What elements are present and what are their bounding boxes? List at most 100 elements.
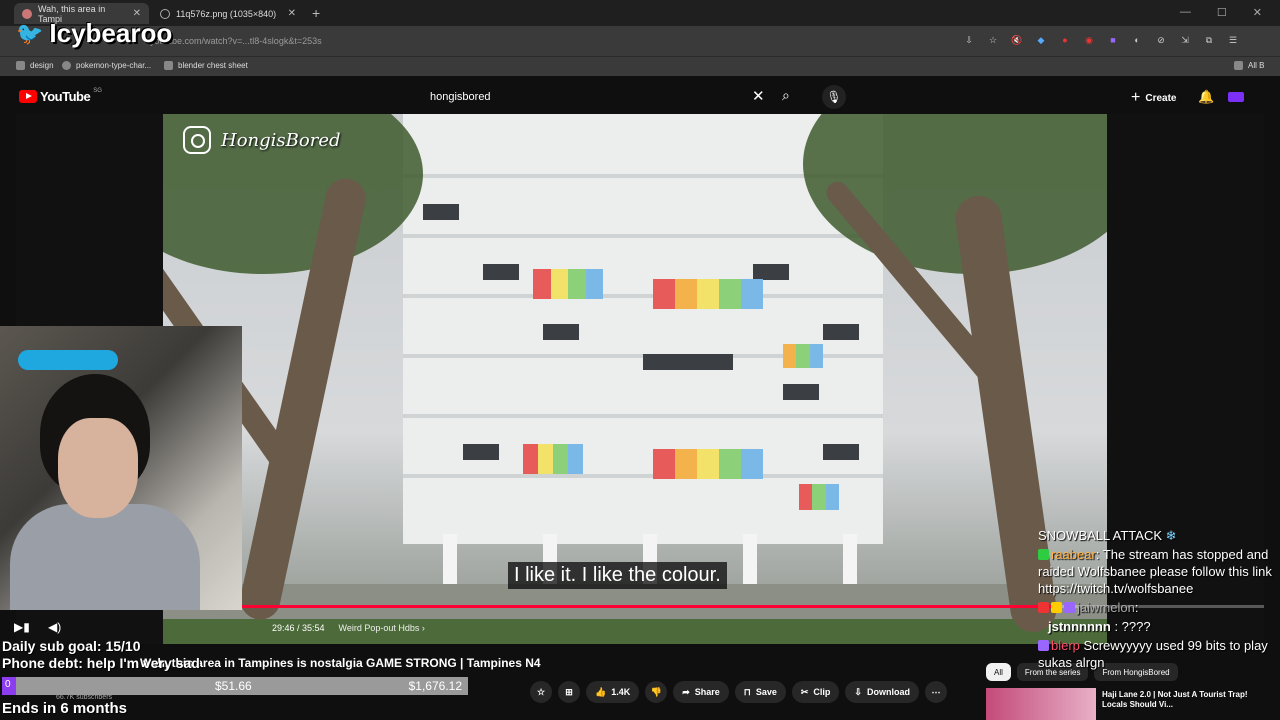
- search-icon[interactable]: ⌕: [782, 87, 790, 104]
- instagram-watermark: HongisBored: [183, 126, 341, 154]
- create-button[interactable]: + Create: [1131, 89, 1176, 107]
- tab-title: 11q576z.png (1035×840): [176, 8, 277, 19]
- grid-icon: ⊞: [565, 686, 573, 697]
- phone-debt-goal: Phone debt: help I'm very sad: [2, 655, 200, 671]
- search-input[interactable]: hongisbored: [426, 84, 786, 110]
- donation-goal-bar: 0 $51.66 $1,676.12: [2, 677, 468, 695]
- minimize-icon[interactable]: —: [1180, 6, 1191, 19]
- badge-icon: [1051, 602, 1062, 613]
- chat-event: SNOWBALL ATTACK ❄: [1038, 528, 1177, 543]
- folder-icon: [16, 61, 25, 70]
- video-subtitle: I like it. I like the colour.: [508, 562, 727, 589]
- save-button[interactable]: ⊓ Save: [734, 681, 786, 703]
- window-controls: — ☐ ✕: [1180, 6, 1262, 19]
- bookmark-item[interactable]: pokemon-type-char...: [62, 61, 151, 70]
- bookmark-star-icon[interactable]: ☆: [986, 33, 1000, 47]
- filter-chip[interactable]: All: [986, 663, 1011, 681]
- chat-user: raabear: [1051, 547, 1096, 562]
- extensions-row: ⇩ ☆ 🔇 ◆ ● ◉ ■ ◐ ⊘ ⇲ ⧉ ☰: [962, 33, 1240, 47]
- tab-globe-icon: [160, 8, 170, 19]
- chapter-button[interactable]: Weird Pop-out Hdbs ›: [339, 623, 425, 633]
- chat-user: jaiwmelon: [1077, 600, 1135, 615]
- recommendation-thumbnail[interactable]: [986, 688, 1096, 720]
- goal-current: $51.66: [215, 679, 252, 693]
- extension-badge-icon[interactable]: [1228, 92, 1244, 102]
- tab-image[interactable]: 11q576z.png (1035×840) ✕: [152, 3, 304, 24]
- download-button[interactable]: ⇩ Download: [845, 681, 919, 703]
- url-field[interactable]: youtube.com/watch?v=...tl8-4slogk&t=253s: [150, 36, 322, 46]
- video-actions: ☆ ⊞ 👍 1.4K 👎 ➦ Share ⊓ Save ✂ Clip ⇩ Dow…: [530, 681, 947, 703]
- folder-icon: [1234, 61, 1243, 70]
- like-button[interactable]: 👍 1.4K: [586, 681, 640, 703]
- chat-text: ????: [1121, 619, 1151, 634]
- video-title: Wah, this area in Tampines is nostalgia …: [140, 656, 541, 670]
- video-time: 29:46 / 35:54: [272, 623, 325, 633]
- bookmark-icon: ⊓: [743, 686, 751, 697]
- tab-close-icon[interactable]: ✕: [288, 8, 296, 19]
- badge-icon: [1064, 602, 1075, 613]
- badge-icon: [1038, 602, 1049, 613]
- k-icon: [164, 61, 173, 70]
- extension-icon[interactable]: ●: [1058, 33, 1072, 47]
- play-icon[interactable]: ▶▮: [14, 620, 30, 634]
- chat-user: blerp: [1051, 638, 1080, 653]
- volume-icon[interactable]: ◀): [48, 620, 61, 634]
- goal-ends: Ends in 6 months: [2, 700, 128, 717]
- badge-icon: [1038, 549, 1049, 560]
- bookmark-item[interactable]: design: [16, 61, 54, 70]
- globe-icon: [62, 61, 71, 70]
- thumbs-down-icon: 👎: [650, 686, 662, 697]
- bookmark-item[interactable]: blender chest sheet: [164, 61, 248, 70]
- extension-icon[interactable]: ⊘: [1154, 33, 1168, 47]
- stream-chat: SNOWBALL ATTACK ❄ raabear: The stream ha…: [1038, 527, 1278, 671]
- chat-message: jaiwmelon:: [1038, 599, 1278, 616]
- youtube-logo[interactable]: YouTube SG: [19, 88, 102, 104]
- extension-icon[interactable]: ◐: [1130, 33, 1144, 47]
- instagram-icon: [183, 126, 211, 154]
- twitter-bird-icon: 🐦: [16, 20, 44, 46]
- plus-icon: +: [1131, 89, 1141, 106]
- streamer-name: Icybearoo: [49, 18, 173, 48]
- browser-tabbar: Wah, this area in Tampi ✕ 11q576z.png (1…: [0, 0, 1280, 26]
- scissors-icon: ✂: [800, 686, 809, 697]
- webcam-overlay: [0, 326, 242, 610]
- more-icon: ⋯: [931, 686, 941, 697]
- chat-message: blerp Screwyyyyy used 99 bits to play su…: [1038, 637, 1278, 671]
- youtube-play-icon: [19, 90, 37, 103]
- menu-icon[interactable]: ☰: [1226, 33, 1240, 47]
- all-bookmarks[interactable]: All B: [1234, 61, 1264, 70]
- microphone-icon[interactable]: 🎙: [822, 85, 846, 109]
- clear-search-icon[interactable]: ✕: [752, 87, 765, 105]
- extension-icon[interactable]: ■: [1106, 33, 1120, 47]
- install-icon[interactable]: ⇩: [962, 33, 976, 47]
- youtube-header: YouTube SG hongisbored ✕ ⌕ 🎙 + Create 🔔: [16, 80, 1264, 114]
- maximize-icon[interactable]: ☐: [1217, 6, 1227, 19]
- share-icon: ➦: [682, 686, 690, 697]
- dislike-button[interactable]: 👎: [645, 681, 668, 703]
- chat-user: jstnnnnnn: [1048, 619, 1111, 634]
- more-button[interactable]: ⋯: [924, 681, 947, 703]
- download-icon: ⇩: [854, 686, 862, 697]
- extension-icon[interactable]: ⇲: [1178, 33, 1192, 47]
- puzzle-icon[interactable]: ⧉: [1202, 33, 1216, 47]
- new-tab-button[interactable]: +: [312, 5, 320, 21]
- recommendation-title[interactable]: Haji Lane 2.0 | Not Just A Tourist Trap!…: [1102, 690, 1272, 710]
- notifications-bell-icon[interactable]: 🔔: [1198, 89, 1214, 105]
- mute-icon[interactable]: 🔇: [1010, 33, 1024, 47]
- sub-goal: Daily sub goal: 15/10: [2, 638, 141, 654]
- grid-button[interactable]: ⊞: [558, 681, 580, 703]
- star-icon: ☆: [536, 686, 546, 697]
- bookmarks-bar: design pokemon-type-char... blender ches…: [0, 56, 1280, 76]
- extension-icon[interactable]: ◉: [1082, 33, 1096, 47]
- tab-favicon-icon: [22, 8, 32, 19]
- badge-icon: [1038, 640, 1049, 651]
- extension-icon[interactable]: ◆: [1034, 33, 1048, 47]
- share-button[interactable]: ➦ Share: [673, 681, 729, 703]
- chat-message: jstnnnnnn : ????: [1048, 619, 1151, 634]
- goal-target: $1,676.12: [408, 679, 462, 693]
- chat-message: raabear: The stream has stopped and raid…: [1038, 547, 1272, 596]
- clip-button[interactable]: ✂ Clip: [791, 681, 840, 703]
- snowflake-icon: ❄: [1165, 528, 1177, 543]
- close-window-icon[interactable]: ✕: [1253, 6, 1262, 19]
- star-button[interactable]: ☆: [530, 681, 552, 703]
